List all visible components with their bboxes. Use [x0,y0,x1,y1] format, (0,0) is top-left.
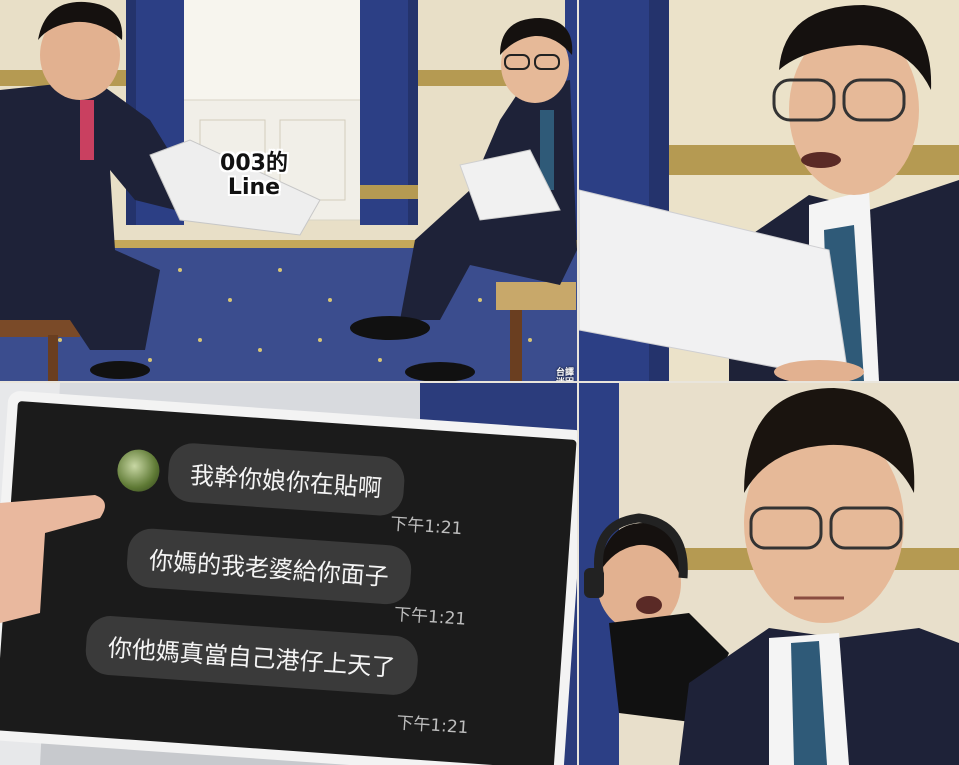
chat-time-2: 下午1:21 [393,604,467,630]
chat-bubble-1: 我幹你娘你在貼啊 [166,441,406,518]
chat-bubble-3: 你他媽真當自己港仔上天了 [84,614,420,697]
panel-line-chat: 我幹你娘你在貼啊 下午1:21 你媽的我老婆給你面子 下午1:21 你他媽真當自… [0,383,577,765]
reaction-illustration [579,383,959,765]
chat-time-3: 下午1:21 [395,713,470,739]
panel-interview-scene: 003的 Line 台譯 迷因 [0,0,577,381]
chat-message-3: 你他媽真當自己港仔上天了 [107,633,397,682]
caption-line-2: Line [227,175,281,200]
chat-bubble-2: 你媽的我老婆給你面子 [125,527,413,606]
line-chat-card: 我幹你娘你在貼啊 下午1:21 你媽的我老婆給你面子 下午1:21 你他媽真當自… [0,401,577,765]
watermark-line-2: 迷因 [556,378,577,381]
watermark-line-1: 台譯 [556,368,575,378]
chat-message-2: 你媽的我老婆給你面子 [148,546,390,592]
closeup-reading-illustration [579,0,959,381]
caption-003-line: 003的 Line [208,152,300,200]
avatar [116,448,161,493]
caption-line-1: 003的 [220,151,288,176]
chat-message-1: 我幹你娘你在貼啊 [189,461,383,503]
panel-reaction [579,383,959,765]
chat-time-1: 下午1:21 [389,514,464,540]
panel-closeup-reading [579,0,959,381]
watermark: 台譯 迷因 [556,368,577,381]
